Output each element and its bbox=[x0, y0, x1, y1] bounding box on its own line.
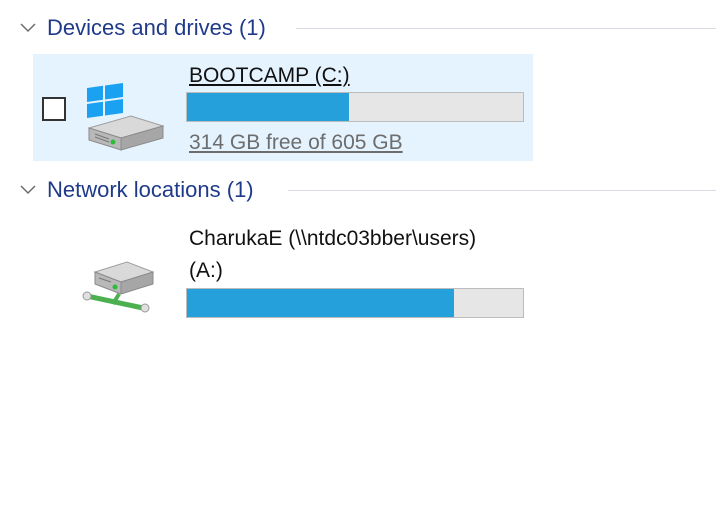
group-title: Network locations (1) bbox=[47, 177, 254, 202]
drive-tile-network[interactable]: CharukaE (\\ntdc03bber\users) (A:) bbox=[33, 220, 533, 325]
drive-letter[interactable]: (A:) bbox=[189, 257, 223, 285]
select-checkbox[interactable] bbox=[42, 97, 66, 121]
group-header-network[interactable]: Network locations (1) bbox=[0, 174, 716, 206]
windows-hard-drive-icon bbox=[81, 82, 173, 157]
drive-name[interactable]: BOOTCAMP (C:) bbox=[189, 62, 350, 90]
drive-name[interactable]: CharukaE (\\ntdc03bber\users) bbox=[189, 225, 476, 253]
group-divider bbox=[288, 190, 716, 191]
drive-free-space[interactable]: 314 GB free of 605 GB bbox=[189, 129, 403, 157]
group-divider bbox=[296, 28, 716, 29]
group-title: Devices and drives (1) bbox=[47, 15, 266, 40]
drive-usage-bar bbox=[186, 288, 524, 318]
drive-usage-fill bbox=[187, 289, 455, 317]
drive-usage-bar bbox=[186, 92, 524, 122]
drive-usage-fill bbox=[187, 93, 349, 121]
group-header-devices[interactable]: Devices and drives (1) bbox=[0, 12, 716, 44]
chevron-down-icon[interactable] bbox=[18, 180, 38, 200]
drive-tile-bootcamp[interactable]: BOOTCAMP (C:) 314 GB free of 605 GB bbox=[33, 54, 533, 161]
network-drive-icon bbox=[81, 250, 161, 321]
chevron-down-icon[interactable] bbox=[18, 18, 38, 38]
